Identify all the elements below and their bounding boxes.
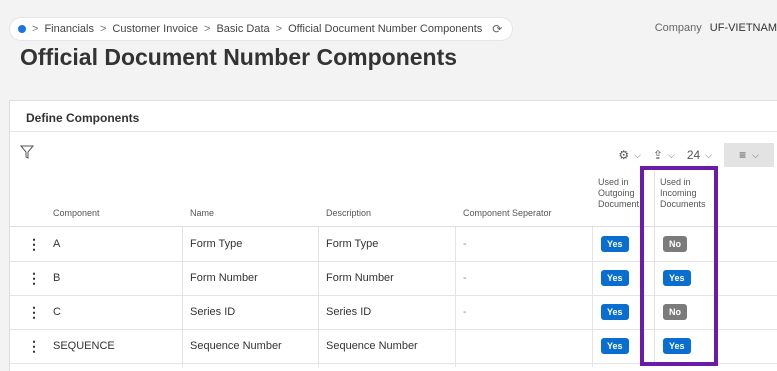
settings-menu[interactable]: ⚙ ⌵: [618, 148, 641, 162]
column-header-separator[interactable]: Component Seperator: [463, 208, 552, 219]
export-icon: ⇪: [652, 148, 663, 162]
cell-name: Form Number: [190, 272, 258, 284]
column-header-name[interactable]: Name: [190, 208, 214, 219]
company-label: Company: [654, 22, 702, 34]
cell-description: Form Type: [326, 238, 379, 250]
cell-name: Series ID: [190, 306, 236, 318]
page-size-value: 24: [686, 148, 701, 162]
refresh-icon[interactable]: ⟳: [492, 22, 502, 36]
status-badge: Yes: [601, 304, 629, 320]
export-menu[interactable]: ⇪ ⌵: [653, 148, 675, 162]
view-mode-button[interactable]: ≡ ⌵: [724, 143, 774, 167]
cell-outgoing: Yes: [601, 261, 629, 295]
cell-separator: -: [463, 272, 467, 284]
breadcrumb-separator: >: [32, 23, 39, 35]
cell-description: Series ID: [326, 306, 372, 318]
gear-icon: ⚙: [618, 148, 630, 162]
page-title: Official Document Number Components: [20, 44, 458, 70]
column-header-component[interactable]: Component: [53, 208, 100, 219]
column-header-description[interactable]: Description: [326, 208, 371, 219]
status-badge: Yes: [601, 338, 629, 354]
cell-outgoing: Yes: [601, 227, 629, 261]
header-line: Outgoing: [598, 188, 635, 198]
page-size-select[interactable]: 24 ⌵: [687, 148, 712, 162]
column-header-outgoing[interactable]: Used in Outgoing Document: [598, 177, 639, 210]
panel-divider: [10, 131, 777, 132]
cell-component: B: [53, 272, 61, 284]
header-line: Used in: [598, 177, 629, 187]
chevron-down-icon: ⌵: [667, 149, 675, 160]
highlight-annotation: [640, 166, 718, 366]
row-menu-icon[interactable]: ⋮: [27, 261, 41, 295]
cell-description: Form Number: [326, 272, 394, 284]
breadcrumb-item-customer-invoice[interactable]: Customer Invoice: [112, 23, 198, 35]
chevron-down-icon: ⌵: [705, 149, 712, 160]
panel-title: Define Components: [26, 111, 140, 125]
filter-icon[interactable]: [19, 145, 35, 164]
chevron-down-icon: ⌵: [634, 149, 641, 160]
cell-separator: -: [463, 238, 467, 250]
cell-separator: -: [463, 306, 467, 318]
cell-name: Form Type: [190, 238, 243, 250]
cell-name: Sequence Number: [190, 340, 282, 352]
cell-description: Sequence Number: [326, 340, 418, 352]
breadcrumb-separator: >: [204, 23, 211, 35]
chevron-down-icon: ⌵: [752, 149, 759, 160]
breadcrumb-item-financials[interactable]: Financials: [44, 23, 94, 35]
breadcrumb-separator: >: [275, 23, 283, 35]
company-context[interactable]: Company UF-VIETNAM: [655, 22, 777, 34]
home-dot-icon[interactable]: [18, 25, 26, 33]
table-toolbar: ⚙ ⌵ ⇪ ⌵ 24 ⌵ ≡ ⌵: [618, 143, 777, 167]
list-view-icon: ≡: [739, 148, 747, 162]
breadcrumb: > Financials > Customer Invoice > Basic …: [10, 18, 513, 40]
status-badge: Yes: [601, 270, 629, 286]
cell-component: C: [53, 306, 61, 318]
row-menu-icon[interactable]: ⋮: [27, 329, 41, 363]
row-menu-icon[interactable]: ⋮: [27, 227, 41, 261]
breadcrumb-separator: >: [99, 23, 107, 35]
cell-outgoing: Yes: [601, 329, 629, 363]
breadcrumb-item-current: Official Document Number Components: [288, 23, 483, 35]
company-value[interactable]: UF-VIETNAM: [710, 22, 777, 34]
header-line: Document: [598, 199, 640, 209]
cell-outgoing: Yes: [601, 295, 629, 329]
cell-component: A: [53, 238, 61, 250]
row-menu-icon[interactable]: ⋮: [27, 295, 41, 329]
cell-component: SEQUENCE: [53, 340, 115, 352]
status-badge: Yes: [601, 236, 629, 252]
breadcrumb-item-basic-data[interactable]: Basic Data: [216, 23, 269, 35]
